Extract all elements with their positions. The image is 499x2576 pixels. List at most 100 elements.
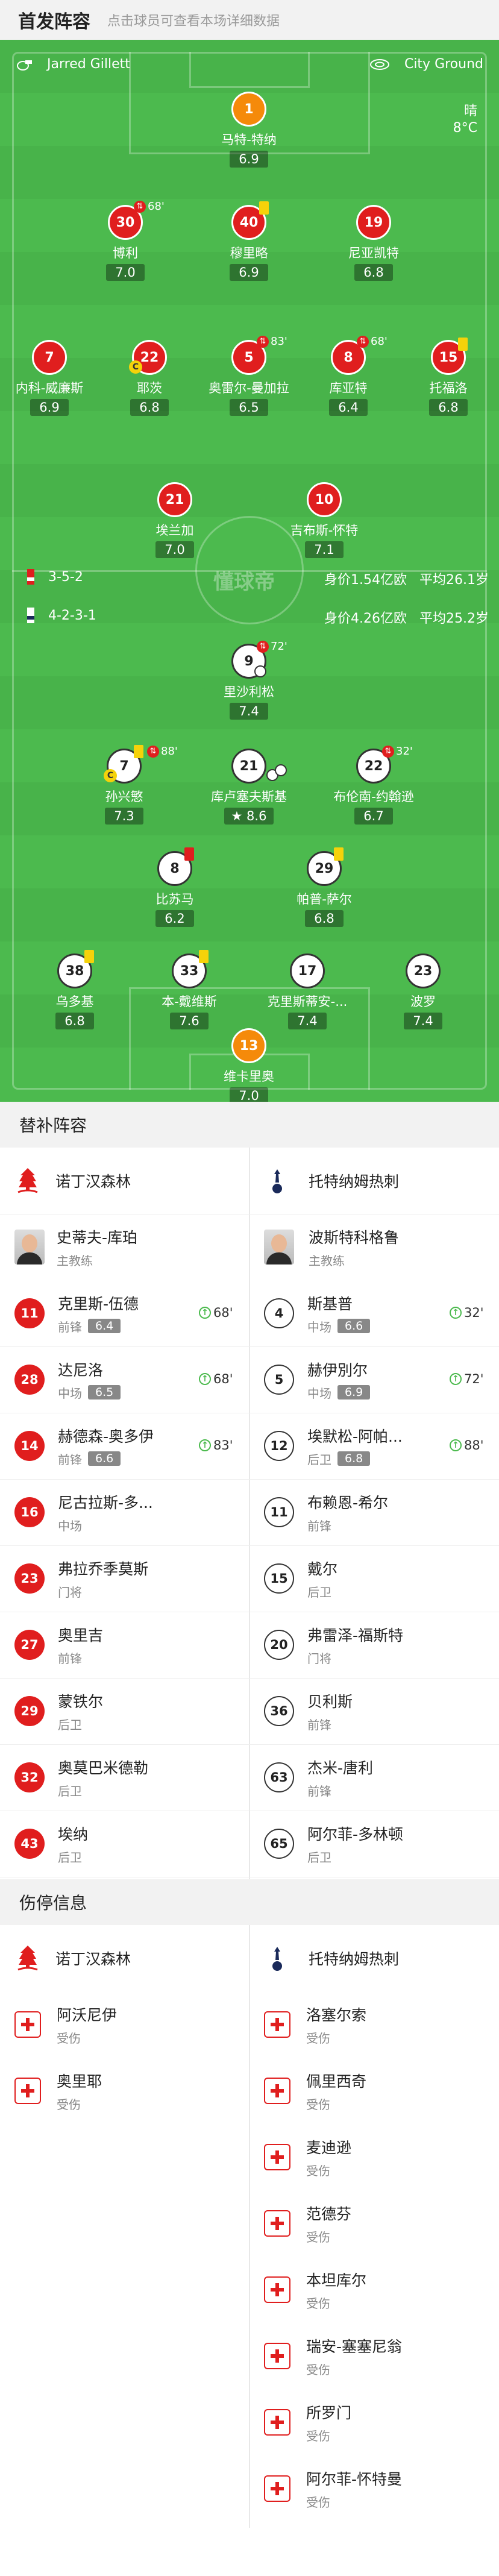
stadium-icon (369, 58, 389, 70)
medical-kit-icon (264, 2210, 290, 2237)
away-injury-team-row[interactable]: 托特纳姆热刺 (264, 1925, 399, 1991)
sub-number: 29 (14, 1696, 45, 1726)
away-player-21[interactable]: 21 库卢塞夫斯基 ★ 8.6 (195, 749, 303, 825)
home-injury-row[interactable]: 奥里耶 受伤 (14, 2058, 102, 2124)
home-player-8[interactable]: 8 库亚特 6.4 (294, 340, 403, 416)
home-team-row[interactable]: 诺丁汉森林 (14, 1148, 131, 1214)
sub-rating: 6.5 (88, 1385, 121, 1400)
home-sub-row[interactable]: 14 赫德森-奥多伊 前锋 6.6 (14, 1413, 154, 1479)
away-player-22[interactable]: 22 布伦南-约翰逊 6.7 (319, 749, 428, 825)
away-player-8[interactable]: 8 比苏马 6.2 (121, 851, 229, 927)
away-sub-row[interactable]: 4 斯基普 中场 6.6 (264, 1280, 371, 1346)
player-name: 内科-威廉斯 (15, 381, 84, 395)
player-rating: 6.9 (30, 399, 69, 416)
sub-position: 中场 6.9 (307, 1384, 371, 1401)
sub-number: 28 (14, 1365, 45, 1395)
home-player-7[interactable]: 7 内科-威廉斯 6.9 (0, 340, 104, 416)
away-sub-row[interactable]: 15 戴尔 后卫 (264, 1545, 337, 1612)
captain-icon: C (129, 360, 142, 374)
sub-position: 门将 (58, 1585, 82, 1600)
away-player-29[interactable]: 29 帕普-萨尔 6.8 (270, 851, 378, 927)
sub-position: 后卫 (307, 1585, 331, 1600)
sub-name: 布赖恩-希尔 (307, 1494, 389, 1512)
sub-off-icon: ⇅ (134, 200, 146, 213)
home-coach-row[interactable]: 史蒂夫-库珀 主教练 (14, 1214, 137, 1280)
away-injury-row[interactable]: 范德芬 受伤 (264, 2190, 351, 2257)
player-number: 17 (290, 953, 325, 988)
home-player-5[interactable]: 5 奥雷尔-曼加拉 6.5 (195, 340, 303, 416)
away-sub-row[interactable]: 65 阿尔菲-多林顿 后卫 (264, 1811, 403, 1877)
home-player-10[interactable]: 10 吉布斯-怀特 7.1 (270, 482, 378, 558)
away-injury-row[interactable]: 本坦库尔 受伤 (264, 2257, 366, 2323)
medical-kit-icon (264, 2409, 290, 2436)
home-player-21[interactable]: 21 埃兰加 7.0 (121, 482, 229, 558)
player-name: 奥雷尔-曼加拉 (209, 381, 289, 395)
away-sub-row[interactable]: 12 埃默松-阿帕... 后卫 6.8 (264, 1413, 403, 1479)
player-rating: 6.5 (230, 399, 268, 416)
home-sub-row[interactable]: 16 尼古拉斯-多... 中场 (14, 1479, 153, 1545)
injury-status: 受伤 (306, 2495, 330, 2510)
away-player-17[interactable]: 17 克里斯蒂安-... 7.4 (253, 953, 362, 1029)
home-sub-row[interactable]: 32 奥莫巴米德勒 后卫 (14, 1744, 148, 1811)
home-sub-row[interactable]: 27 奥里吉 前锋 (14, 1612, 103, 1678)
home-player-40[interactable]: 40 穆里略 6.9 (195, 205, 303, 281)
injured-player-name: 阿尔菲-怀特曼 (306, 2470, 403, 2488)
medical-kit-icon (264, 2078, 290, 2104)
sub-off-event: ⇅ 32' (382, 745, 413, 758)
home-sub-row[interactable]: 28 达尼洛 中场 6.5 (14, 1346, 121, 1413)
home-player-15[interactable]: 15 托福洛 6.8 (394, 340, 499, 416)
home-sub-row[interactable]: 11 克里斯-伍德 前锋 6.4 (14, 1280, 139, 1346)
home-sub-row[interactable]: 29 蒙铁尔 后卫 (14, 1678, 103, 1744)
tottenham-crest-icon (264, 1943, 290, 1973)
away-injury-row[interactable]: 洛塞尔索 受伤 (264, 1991, 366, 2058)
player-rating: 6.8 (55, 1013, 94, 1029)
player-number: 21 (157, 482, 192, 517)
away-player-33[interactable]: 33 本-戴维斯 7.6 (135, 953, 243, 1029)
away-coach-row[interactable]: 波斯特科格鲁 主教练 (264, 1214, 399, 1280)
player-number: 19 (356, 205, 391, 240)
away-player-23[interactable]: 23 波罗 7.4 (369, 953, 477, 1029)
away-sub-row[interactable]: 11 布赖恩-希尔 前锋 (264, 1479, 388, 1545)
player-rating: 7.0 (155, 541, 194, 558)
player-name: 乌多基 (55, 994, 94, 1009)
temperature: 8°C (453, 121, 477, 136)
home-sub-row[interactable]: 23 弗拉乔季莫斯 门将 (14, 1545, 148, 1612)
home-team-name: 诺丁汉森林 (55, 1173, 131, 1190)
away-injury-row[interactable]: 麦迪逊 受伤 (264, 2124, 351, 2190)
away-sub-row[interactable]: 63 杰米-唐利 前锋 (264, 1744, 373, 1811)
sub-position: 后卫 (58, 1850, 82, 1865)
sub-name: 埃默松-阿帕... (307, 1427, 403, 1445)
away-player-7[interactable]: 7 孙兴慜 7.3 (70, 749, 178, 825)
away-player-9[interactable]: 9 里沙利松 7.4 (195, 644, 303, 720)
player-rating: 6.8 (354, 264, 393, 281)
sub-number: 12 (264, 1431, 294, 1461)
away-injury-row[interactable]: 所罗门 受伤 (264, 2389, 351, 2455)
player-rating: 7.0 (106, 264, 145, 281)
away-sub-row[interactable]: 20 弗雷泽-福斯特 门将 (264, 1612, 403, 1678)
lineup-title: 首发阵容 (18, 11, 90, 33)
away-injury-row[interactable]: 瑞安-塞塞尼翁 受伤 (264, 2323, 402, 2389)
away-team-row[interactable]: 托特纳姆热刺 (264, 1148, 399, 1214)
away-injury-row[interactable]: 佩里西奇 受伤 (264, 2058, 366, 2124)
home-player-19[interactable]: 19 尼亚凯特 6.8 (319, 205, 428, 281)
away-player-13[interactable]: 13 维卡里奥 7.0 (195, 1028, 303, 1102)
home-injury-team-row[interactable]: 诺丁汉森林 (14, 1925, 131, 1991)
home-player-22[interactable]: 22 耶茨 6.8 (95, 340, 204, 416)
home-player-30[interactable]: 30 博利 7.0 (71, 205, 180, 281)
home-formation: 3-5-2 (25, 569, 83, 585)
home-sub-row[interactable]: 43 埃纳 后卫 (14, 1811, 88, 1877)
sub-name: 贝利斯 (307, 1692, 353, 1711)
home-player-1[interactable]: 1 马特-特纳 6.9 (195, 92, 303, 168)
player-name: 博利 (113, 246, 138, 260)
home-injury-row[interactable]: 阿沃尼伊 受伤 (14, 1991, 117, 2058)
sub-in-event: ↑ 32' (450, 1305, 484, 1320)
away-injury-row[interactable]: 阿尔菲-怀特曼 受伤 (264, 2455, 402, 2522)
player-number: 13 (231, 1028, 266, 1063)
sub-number: 5 (264, 1365, 294, 1395)
player-name: 里沙利松 (224, 685, 274, 699)
assist-ball-icon (275, 764, 287, 776)
away-sub-row[interactable]: 5 赫伊別尔 中场 6.9 (264, 1346, 371, 1413)
away-sub-row[interactable]: 36 贝利斯 前锋 (264, 1678, 353, 1744)
player-rating: 6.9 (230, 151, 268, 168)
away-player-38[interactable]: 38 乌多基 6.8 (20, 953, 129, 1029)
